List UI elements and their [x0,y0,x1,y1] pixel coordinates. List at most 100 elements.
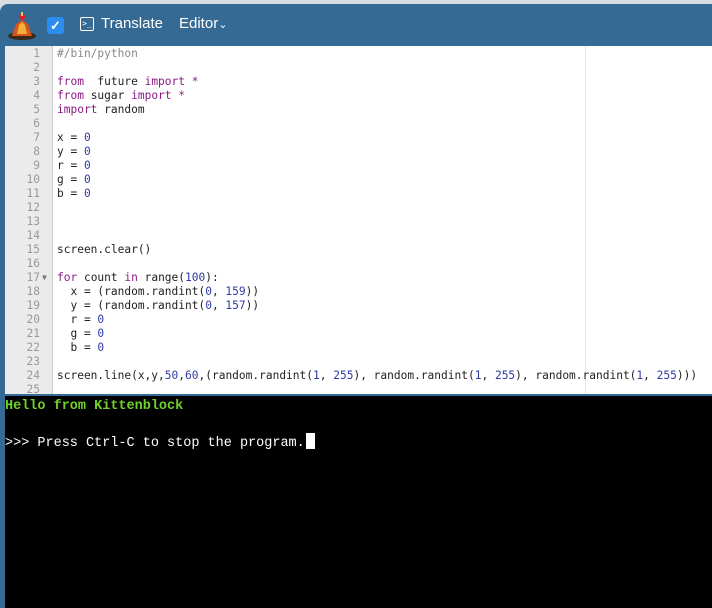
code-line: 10 g = 0 [5,173,712,187]
code-line: 21 g = 0 [5,327,712,341]
code-token: x = (random.randint( [57,285,206,298]
code-text: r = 0 [57,313,104,327]
code-token: random [97,103,145,116]
line-number: 23 [26,355,40,368]
code-text: screen.line(x,y,50, 60,(random.randint(1,… [57,369,697,383]
line-number: 9 [33,159,40,172]
code-token: ,(random.randint( [198,369,314,382]
code-token: * [185,75,199,88]
code-line: 25 [5,383,712,394]
code-text: y = 0 [57,145,91,159]
code-token: 0 [83,173,91,186]
line-number: 18 [26,285,40,298]
enable-checkbox[interactable]: ✓ [47,17,64,34]
code-text: y = (random.randint(0, 157)) [57,299,259,313]
code-token: in [124,271,138,284]
code-text: b = 0 [57,187,91,201]
code-token: future [83,75,145,88]
code-token: , [481,369,495,382]
code-text: #/bin/python [57,47,138,61]
code-token: ), random.randint( [353,369,475,382]
line-number: 7 [33,131,40,144]
code-token: #/bin/python [57,47,138,60]
code-line: 22 b = 0 [5,341,712,355]
code-text: screen.clear() [57,243,151,257]
code-line: 1 #/bin/python [5,47,712,61]
code-line: 2 [5,61,712,75]
code-line: 4 from sugar import * [5,89,712,103]
code-token: y = (random.randint( [57,299,206,312]
code-token: 50 [164,369,179,382]
line-number: 25 [26,383,40,394]
code-token: 0 [83,187,91,200]
code-token: 255 [494,369,516,382]
code-line: 14 [5,229,712,243]
code-text: x = 0 [57,131,91,145]
code-line: 13 [5,215,712,229]
code-token: 255 [656,369,677,382]
line-number: 10 [26,173,40,186]
code-line: 5 import random [5,103,712,117]
terminal-greeting: Hello from Kittenblock [5,399,184,414]
code-token: r = [57,159,84,172]
fold-arrow-icon[interactable]: ▼ [42,271,47,285]
code-token: import [57,103,98,116]
code-token: ), random.randint( [515,369,637,382]
line-number: 24 [26,369,40,382]
translate-button[interactable]: >_ Translate [80,15,163,32]
code-token: x = [57,131,84,144]
app-window: ✓ >_ Translate Editor⌄ 1 #/bin/python 2 3 fr… [0,4,712,608]
editor-menu-label: Editor [179,15,219,32]
code-line: 9 r = 0 [5,159,712,173]
code-text: from sugar import * [57,89,185,103]
code-token: from [57,89,84,102]
line-number: 3 [33,75,40,88]
code-token: 1 [313,369,320,382]
code-token: sugar [83,89,132,102]
terminal-prompt-line: >>> Press Ctrl-C to stop the program. [5,433,315,451]
editor-menu[interactable]: Editor⌄ [179,15,227,32]
code-text: r = 0 [57,159,91,173]
code-token: import [144,75,185,88]
code-line: 12 [5,201,712,215]
kittenblock-logo-icon [8,12,36,40]
code-text: import random [57,103,145,117]
code-token: from [57,75,84,88]
line-number: 11 [26,187,40,200]
code-token: * [171,89,186,102]
code-token: )) [245,299,260,312]
code-token: , [211,285,226,298]
line-number: 15 [26,243,40,256]
code-line: 19 y = (random.randint(0, 157)) [5,299,712,313]
terminal-output[interactable]: Hello from Kittenblock >>> Press Ctrl-C … [5,396,712,608]
code-token: 0 [205,285,212,298]
code-token: 60 [185,369,199,382]
line-number: 2 [33,61,40,74]
code-lines: 1 #/bin/python 2 3 from future import * 4 from… [5,47,712,394]
code-editor[interactable]: 1 #/bin/python 2 3 from future import * 4 from… [5,46,712,394]
code-token: , [211,299,226,312]
line-number: 17 [26,271,40,284]
code-token: count [77,271,125,284]
code-line: 6 [5,117,712,131]
code-line: 17 ▼ for count in range(100): [5,271,712,285]
code-token: 0 [97,313,105,326]
code-text: b = 0 [57,341,104,355]
code-line: 3 from future import * [5,75,712,89]
code-token: , [319,369,334,382]
line-number: 8 [33,145,40,158]
code-token: screen.line(x,y, [57,369,165,382]
code-line: 18 x = (random.randint(0, 159)) [5,285,712,299]
translate-label: Translate [101,15,163,32]
code-token: 0 [205,299,212,312]
code-text: g = 0 [57,327,104,341]
chevron-down-icon: ⌄ [218,19,228,31]
code-token: g = [57,327,98,340]
code-token: 0 [83,131,91,144]
code-line: 23 [5,355,712,369]
code-token: 0 [97,327,105,340]
code-token: 0 [97,341,105,354]
code-text: for count in range(100): [57,271,219,285]
code-token: 157 [225,299,246,312]
line-number: 12 [26,201,40,214]
